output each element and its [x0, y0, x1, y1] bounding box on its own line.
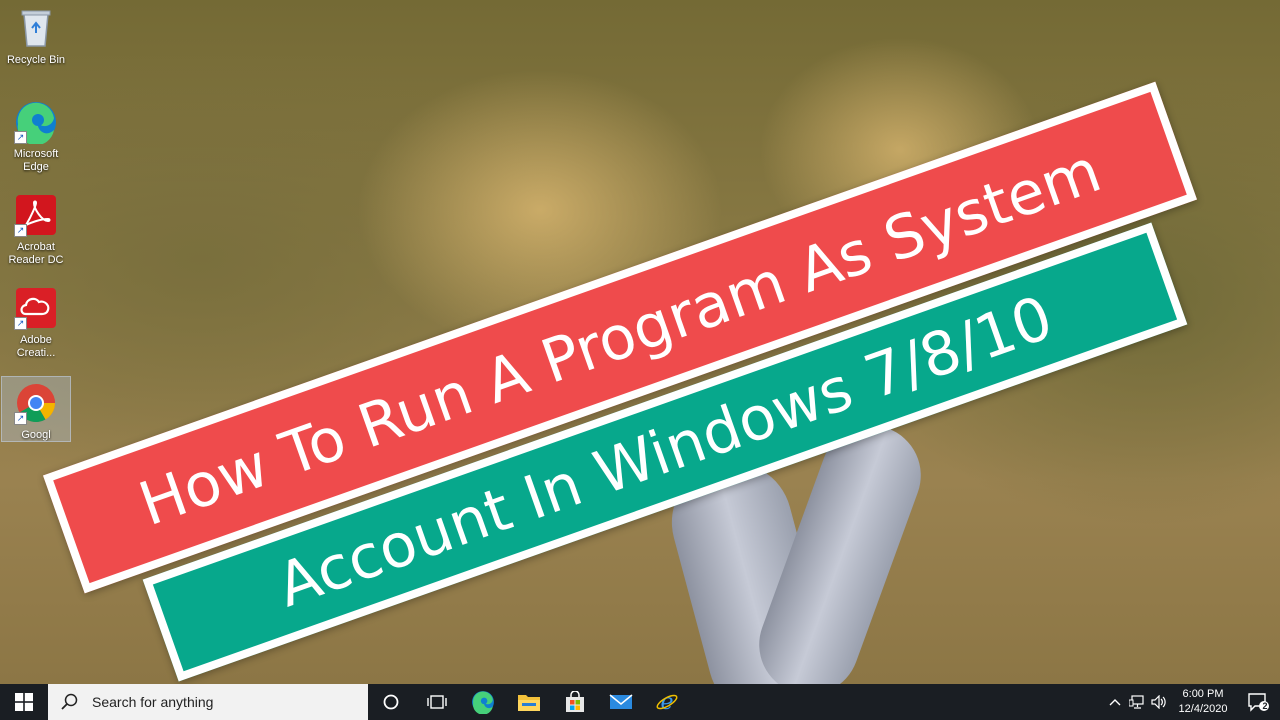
- shortcut-arrow-icon: ↗: [14, 224, 27, 237]
- chevron-up-icon[interactable]: [1104, 684, 1126, 720]
- desktop-icon-acrobat-reader[interactable]: ↗ Acrobat Reader DC: [2, 185, 70, 271]
- system-tray: 6:00 PM 12/4/2020 2: [1104, 684, 1280, 720]
- cortana-circle-icon[interactable]: [368, 684, 414, 720]
- desktop-icon-label: Acrobat Reader DC: [8, 241, 64, 266]
- desktop-icon-label: Microsoft Edge: [13, 148, 59, 173]
- windows-logo-icon: [15, 693, 33, 711]
- store-icon[interactable]: [552, 684, 598, 720]
- volume-icon[interactable]: [1148, 684, 1170, 720]
- svg-text:e: e: [660, 690, 673, 714]
- edge-icon: ↗: [14, 100, 58, 146]
- search-icon: [60, 692, 80, 712]
- desktop-icon-label: Recycle Bin: [6, 54, 66, 66]
- network-icon[interactable]: [1126, 684, 1148, 720]
- desktop-icon-adobe-creative-cloud[interactable]: ↗ Adobe Creati...: [2, 278, 70, 364]
- clock-time: 6:00 PM: [1182, 688, 1224, 700]
- desktop-icon-label: Googl: [21, 429, 51, 441]
- acrobat-icon: ↗: [14, 193, 58, 237]
- search-placeholder: Search for anything: [92, 694, 214, 710]
- notification-count-badge: 2: [1262, 701, 1268, 711]
- shortcut-arrow-icon: ↗: [14, 412, 27, 425]
- desktop-icon-microsoft-edge[interactable]: ↗ Microsoft Edge: [2, 92, 70, 178]
- creative-cloud-icon: ↗: [14, 286, 58, 330]
- file-explorer-icon[interactable]: [506, 684, 552, 720]
- clock-date: 12/4/2020: [1178, 703, 1228, 715]
- task-view-icon[interactable]: [414, 684, 460, 720]
- recycle-bin-icon: [14, 6, 58, 50]
- taskbar: Search for anything e 6:00 PM 12/4/2020 …: [0, 684, 1280, 720]
- taskbar-search-box[interactable]: Search for anything: [48, 684, 368, 720]
- action-center-button[interactable]: 2: [1236, 684, 1280, 720]
- edge-icon[interactable]: [460, 684, 506, 720]
- mail-icon[interactable]: [598, 684, 644, 720]
- chrome-icon: ↗: [14, 381, 58, 425]
- taskbar-clock[interactable]: 6:00 PM 12/4/2020: [1170, 687, 1236, 717]
- desktop-icon-recycle-bin[interactable]: Recycle Bin: [2, 0, 70, 72]
- shortcut-arrow-icon: ↗: [14, 317, 27, 330]
- shortcut-arrow-icon: ↗: [14, 131, 27, 144]
- start-button[interactable]: [0, 684, 48, 720]
- desktop-icon-label: Adobe Creati...: [16, 334, 56, 359]
- internet-explorer-icon[interactable]: e: [644, 684, 690, 720]
- desktop-icon-google-chrome[interactable]: ↗ Googl: [1, 376, 71, 442]
